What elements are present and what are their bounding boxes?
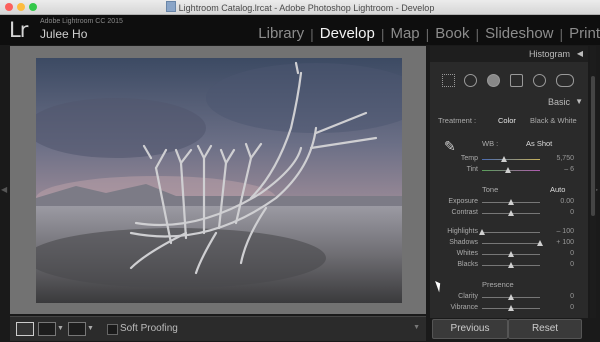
slider-track[interactable] [482,243,540,244]
top-bar: Lr Adobe Lightroom CC 2015 Julee Ho Libr… [0,15,600,45]
module-slideshow[interactable]: Slideshow [485,25,553,42]
module-map[interactable]: Map [390,25,419,42]
before-after-button[interactable] [38,322,56,336]
window-title: Lightroom Catalog.lrcat - Adobe Photosho… [0,1,600,13]
basic-header[interactable]: Basic ▼ [430,94,588,110]
soft-proofing-checkbox[interactable] [107,324,118,335]
slider-knob[interactable] [505,167,512,173]
module-book[interactable]: Book [435,25,469,42]
slider-blacks[interactable]: Blacks 0 [430,260,588,271]
red-eye-icon[interactable] [487,74,500,87]
slider-highlights[interactable]: Highlights – 100 [430,227,588,238]
slider-exposure[interactable]: Exposure 0.00 [430,197,588,208]
module-print[interactable]: Print [569,25,600,42]
treatment-color-option[interactable]: Color [498,116,516,125]
slider-label: Tint [466,166,478,173]
spot-removal-icon[interactable] [464,74,477,87]
slider-value[interactable]: 0 [570,209,574,216]
wb-label: WB : [482,139,499,148]
slider-tint[interactable]: Tint – 6 [430,165,588,176]
right-panel: Histogram ◀ Basic ▼ Treatment : Color Bl… [430,46,588,318]
slider-knob[interactable] [537,240,543,246]
sun-voyager-photo [36,58,402,303]
photo-preview[interactable] [36,58,402,303]
document-icon [165,1,176,12]
slider-value[interactable]: 5,750 [556,155,574,162]
auto-tone-button[interactable]: Auto [550,185,565,194]
reset-button[interactable]: Reset [508,319,582,339]
histogram-title: Histogram [528,49,570,59]
slider-track[interactable] [482,159,540,160]
treatment-label: Treatment : [438,116,477,125]
before-after-caret-icon[interactable]: ▼ [57,325,64,332]
adjustment-brush-icon[interactable] [556,74,574,87]
wb-select[interactable]: As Shot [526,139,552,148]
slider-label: Clarity [458,293,478,300]
slider-whites[interactable]: Whites 0 [430,249,588,260]
eyedropper-icon[interactable]: ✎ [444,138,456,155]
crop-tool-icon[interactable] [442,74,455,87]
slider-knob[interactable] [501,156,508,162]
slider-label: Temp [460,155,478,162]
slider-value[interactable]: – 100 [556,228,574,235]
swap-caret-icon[interactable]: ▼ [87,325,94,332]
slider-knob[interactable] [508,199,514,205]
identity-plate-user: Julee Ho [40,27,88,41]
slider-track[interactable] [482,232,540,233]
tone-label: Tone [482,185,499,194]
left-panel-toggle-icon[interactable]: ◀ [1,185,7,194]
histogram-header[interactable]: Histogram ◀ [430,46,588,62]
slider-value[interactable]: 0 [570,250,574,257]
scrollbar-thumb[interactable] [591,76,595,216]
slider-vibrance[interactable]: Vibrance 0 [430,303,588,314]
slider-value[interactable]: 0 [570,293,574,300]
slider-temp[interactable]: Temp 5,750 [430,154,588,165]
slider-label: Shadows [449,239,478,246]
slider-value[interactable]: 0 [570,304,574,311]
basic-title: Basic [547,97,570,107]
slider-label: Exposure [448,198,478,205]
slider-label: Contrast [451,209,478,216]
tool-strip [430,69,588,91]
slider-contrast[interactable]: Contrast 0 [430,208,588,219]
slider-value[interactable]: + 100 [556,239,574,246]
soft-proofing-label: Soft Proofing [120,323,178,334]
presence-label: Presence [482,280,514,289]
slider-knob[interactable] [508,305,514,311]
slider-knob[interactable] [479,229,485,235]
slider-label: Whites [456,250,478,257]
slider-label: Blacks [457,261,478,268]
slider-shadows[interactable]: Shadows + 100 [430,238,588,249]
treatment-bw-option[interactable]: Black & White [530,116,577,125]
collapse-left-icon: ◀ [576,49,583,58]
graduated-filter-icon[interactable] [510,74,523,87]
lightroom-logo: Lr [9,18,28,42]
loupe-view-button[interactable] [16,322,34,336]
slider-knob[interactable] [508,262,514,268]
module-library[interactable]: Library [258,25,304,42]
collapse-down-icon: ▼ [575,97,583,106]
slider-knob[interactable] [508,210,514,216]
slider-label: Vibrance [450,304,478,311]
module-develop[interactable]: Develop [320,25,375,42]
panel-scrollbar[interactable] [590,46,596,318]
app-version: Adobe Lightroom CC 2015 [40,18,123,25]
toolbar-options-icon[interactable]: ▼ [413,324,420,331]
slider-value[interactable]: 0.00 [560,198,574,205]
previous-button[interactable]: Previous [432,319,508,339]
swap-settings-button[interactable] [68,322,86,336]
slider-value[interactable]: – 6 [564,166,574,173]
module-picker: Library | Develop | Map | Book | Slidesh… [258,25,600,42]
slider-value[interactable]: 0 [570,261,574,268]
radial-filter-icon[interactable] [533,74,546,87]
slider-label: Highlights [447,228,478,235]
develop-toolbar: ▼ ▼ Soft Proofing ▼ [10,316,426,341]
slider-knob[interactable] [508,294,514,300]
slider-knob[interactable] [508,251,514,257]
window-title-bar: Lightroom Catalog.lrcat - Adobe Photosho… [0,0,600,15]
slider-clarity[interactable]: Clarity 0 [430,292,588,303]
